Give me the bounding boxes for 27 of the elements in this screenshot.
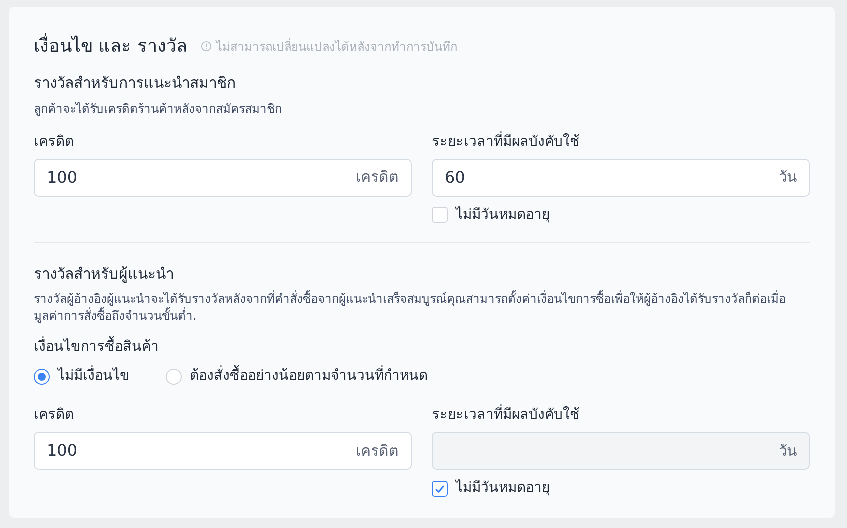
- checkbox-label: ไม่มีวันหมดอายุ: [456, 206, 550, 225]
- section-title: เงื่อนไข และ รางวัล: [34, 33, 188, 60]
- unit-label: วัน: [779, 167, 797, 188]
- unit-label: เครดิต: [356, 440, 399, 462]
- condition-label: เงื่อนไขการซื้อสินค้า: [34, 337, 810, 358]
- checkbox-label: ไม่มีวันหมดอายุ: [456, 478, 550, 498]
- unit-label: วัน: [779, 440, 797, 462]
- section-description: ลูกค้าจะได้รับเครดิตร้านค้าหลังจากสมัครสมาชิก: [34, 100, 283, 118]
- input-field[interactable]: 100 เครดิต: [34, 158, 412, 196]
- input-field[interactable]: 100 เครดิต: [34, 432, 412, 470]
- unit-label: เครดิต: [356, 167, 399, 188]
- radio-button[interactable]: [34, 368, 50, 384]
- checkbox[interactable]: [432, 480, 448, 496]
- input-field[interactable]: วัน: [432, 432, 810, 470]
- notice-text: ไม่สามารถเปลี่ยนแปลงได้หลังจากทำการบันทึก: [216, 38, 458, 56]
- section-heading: รางวัลสำหรับผู้แนะนำ: [34, 264, 175, 285]
- field-label: ระยะเวลาที่มีผลบังคับใช้: [432, 132, 581, 152]
- field-label: เครดิต: [34, 132, 75, 152]
- field-label: ระยะเวลาที่มีผลบังคับใช้: [432, 405, 810, 426]
- info-icon: [201, 41, 212, 52]
- input-field[interactable]: 60 วัน: [432, 158, 810, 196]
- check-icon: [434, 482, 446, 494]
- radio-label: ไม่มีเงื่อนไข: [58, 366, 130, 387]
- radio-label: ต้องสั่งซื้ออย่างน้อยตามจำนวนที่กำหนด: [190, 366, 428, 387]
- section-heading: รางวัลสำหรับการแนะนำสมาชิก: [34, 73, 237, 94]
- field-label: เครดิต: [34, 406, 75, 425]
- section-description: รางวัลผู้อ้างอิงผู้แนะนำจะได้รับรางวัลหลังจากที่คำสั่งซื้อจากผู้แนะนำเสร็จสมบูรณ์คุณสามารถตั้งค่าเงื่อนไขการซื้อเพื่อให้ผู้อ้างอิงได้รับรางวัลก็ต่อเมื่อมูลค่าการสั่งซื้อถึงจำนวนขั้นต่ำ.: [34, 291, 787, 325]
